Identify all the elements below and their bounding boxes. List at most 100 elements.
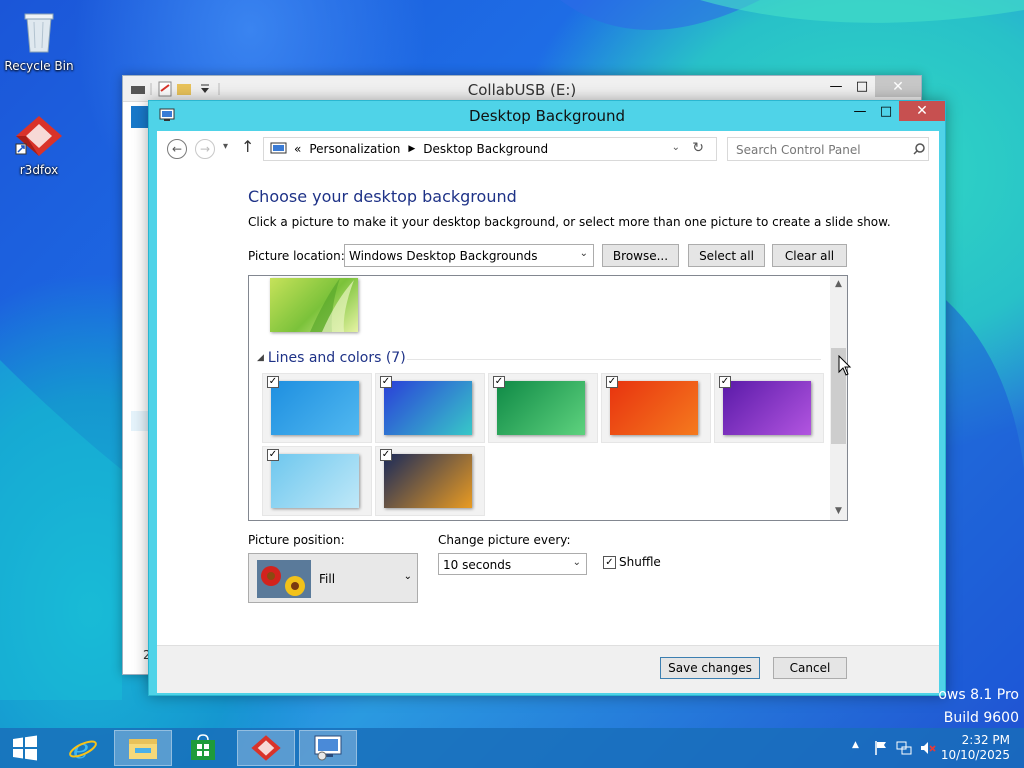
select-all-button[interactable]: Select all (688, 244, 765, 267)
clock[interactable]: 2:32 PM 10/10/2025 (941, 733, 1010, 763)
explorer-caption-buttons: — □ ✕ (823, 76, 921, 97)
close-button[interactable]: ✕ (899, 101, 945, 121)
browse-button[interactable]: Browse... (602, 244, 679, 267)
breadcrumb-item-desktop-background[interactable]: Desktop Background (423, 142, 548, 156)
volume-muted-icon[interactable] (920, 740, 936, 756)
window-caption-buttons: — □ ✕ (847, 101, 945, 121)
tile-checkbox[interactable]: ✓ (267, 449, 279, 461)
wallpaper-thumbnail (610, 381, 698, 435)
forward-button[interactable]: → (195, 139, 215, 159)
tile-checkbox[interactable]: ✓ (380, 449, 392, 461)
checkbox-check-icon[interactable]: ✓ (603, 555, 616, 569)
main-content: Choose your desktop background Click a p… (157, 167, 939, 645)
picture-position-value: Fill (319, 572, 336, 586)
up-button[interactable]: ↑ (241, 137, 254, 156)
desktop-icon-r3dfox[interactable]: r3dfox (1, 114, 77, 177)
tile-checkbox[interactable]: ✓ (267, 376, 279, 388)
group-header-lines-and-colors[interactable]: ◢ Lines and colors (7) (257, 350, 406, 366)
back-button[interactable]: ← (167, 139, 187, 159)
wallpaper-tile[interactable]: ✓ (601, 373, 711, 443)
search-icon[interactable] (913, 143, 925, 155)
taskbar-control-panel[interactable] (299, 730, 357, 766)
picture-position-select[interactable]: Fill ⌄ (248, 553, 418, 603)
clock-time: 2:32 PM (961, 733, 1010, 747)
wallpaper-thumbnail (271, 454, 359, 508)
wallpaper-tile[interactable]: ✓ (714, 373, 824, 443)
window-titlebar[interactable]: Desktop Background — □ ✕ (149, 101, 945, 131)
change-picture-label: Change picture every: (438, 533, 571, 547)
desktop-background-window[interactable]: Desktop Background — □ ✕ ← → ▾ ↑ « Perso… (148, 100, 946, 696)
change-picture-select[interactable]: 10 seconds ⌄ (438, 553, 587, 575)
window-title: Desktop Background (468, 107, 626, 125)
clear-all-button[interactable]: Clear all (772, 244, 847, 267)
desktop-icon-label: Recycle Bin (4, 59, 74, 73)
wallpaper-tile[interactable]: ✓ (375, 373, 485, 443)
action-center-flag-icon[interactable] (874, 740, 888, 756)
minimize-button[interactable]: — (847, 101, 873, 121)
wallpaper-tile[interactable]: ✓ (262, 446, 372, 516)
wallpaper-tile[interactable]: ✓ (488, 373, 598, 443)
group-divider (407, 359, 821, 360)
taskbar-file-explorer[interactable] (114, 730, 172, 766)
collapse-triangle-icon[interactable]: ◢ (257, 353, 264, 363)
picture-position-label: Picture position: (248, 533, 345, 547)
store-icon (191, 734, 215, 760)
recent-locations-dropdown[interactable]: ▾ (223, 141, 228, 152)
scroll-up-icon[interactable]: ▲ (830, 276, 847, 293)
taskbar-r3dfox[interactable] (237, 730, 295, 766)
taskbar-internet-explorer[interactable]: e (54, 730, 112, 766)
tile-checkbox[interactable]: ✓ (606, 376, 618, 388)
maximize-button[interactable]: □ (849, 76, 875, 97)
gallery-scrollbar[interactable]: ▲ ▼ (830, 276, 847, 520)
shuffle-checkbox[interactable]: ✓ Shuffle (603, 555, 661, 569)
breadcrumb-item-personalization[interactable]: Personalization (309, 142, 400, 156)
watermark-build: Build 9600 (943, 710, 1019, 726)
breadcrumb-overflow[interactable]: « (294, 142, 301, 156)
taskbar-store[interactable] (174, 730, 232, 766)
address-dropdown-icon[interactable]: ⌄ (672, 142, 680, 153)
clock-date: 10/10/2025 (940, 748, 1010, 762)
breadcrumb-separator-icon: ▶ (408, 144, 416, 154)
windows-logo-icon (13, 735, 37, 761)
tile-checkbox[interactable]: ✓ (493, 376, 505, 388)
scroll-down-icon[interactable]: ▼ (830, 503, 847, 520)
show-hidden-icons-icon[interactable]: ▲ (852, 740, 859, 750)
close-button[interactable]: ✕ (875, 76, 921, 97)
explorer-window-title: CollabUSB (E:) (467, 81, 577, 99)
chevron-down-icon: ⌄ (579, 248, 588, 259)
search-input[interactable]: Search Control Panel (727, 137, 929, 161)
back-arrow-icon: ← (171, 142, 183, 156)
wallpaper-art (310, 278, 354, 332)
wallpaper-thumbnail (271, 381, 359, 435)
wallpaper-thumbnail (723, 381, 811, 435)
flower-preview-icon (257, 560, 311, 598)
minimize-button[interactable]: — (823, 76, 849, 97)
start-button[interactable] (0, 730, 50, 766)
control-panel-icon (314, 735, 342, 761)
wallpaper-tile[interactable]: ✓ (375, 446, 485, 516)
picture-location-label: Picture location: (248, 249, 345, 263)
tile-checkbox[interactable]: ✓ (380, 376, 392, 388)
control-panel-small-icon (270, 142, 287, 154)
desktop-icon-recycle-bin[interactable]: Recycle Bin (1, 8, 77, 73)
page-title: Choose your desktop background (248, 187, 517, 206)
save-changes-button[interactable]: Save changes (660, 657, 760, 679)
desktop-icon-label: r3dfox (19, 163, 59, 177)
tile-checkbox[interactable]: ✓ (719, 376, 731, 388)
network-icon[interactable] (896, 740, 912, 756)
wallpaper-thumbnail (384, 381, 472, 435)
wallpaper-tile[interactable]: ✓ (262, 373, 372, 443)
shuffle-label: Shuffle (619, 555, 661, 569)
refresh-icon[interactable]: ↻ (692, 140, 704, 156)
maximize-button[interactable]: □ (873, 101, 899, 121)
wallpaper-thumbnail-partial[interactable] (270, 278, 358, 332)
picture-location-select[interactable]: Windows Desktop Backgrounds ⌄ (344, 244, 594, 267)
r3dfox-icon (15, 116, 62, 156)
cancel-button[interactable]: Cancel (773, 657, 847, 679)
windows-watermark: ows 8.1 Pro Build 9600 (938, 684, 1019, 730)
wallpaper-gallery[interactable]: ◢ Lines and colors (7) ✓ ✓ ✓ ✓ ✓ ✓ ✓ ▲ ▼ (248, 275, 848, 521)
mouse-cursor-icon (838, 355, 852, 376)
explorer-titlebar[interactable]: CollabUSB (E:) — □ ✕ (123, 76, 921, 102)
breadcrumb[interactable]: « Personalization ▶ Desktop Background ⌄… (263, 137, 717, 161)
folder-icon (129, 739, 157, 759)
